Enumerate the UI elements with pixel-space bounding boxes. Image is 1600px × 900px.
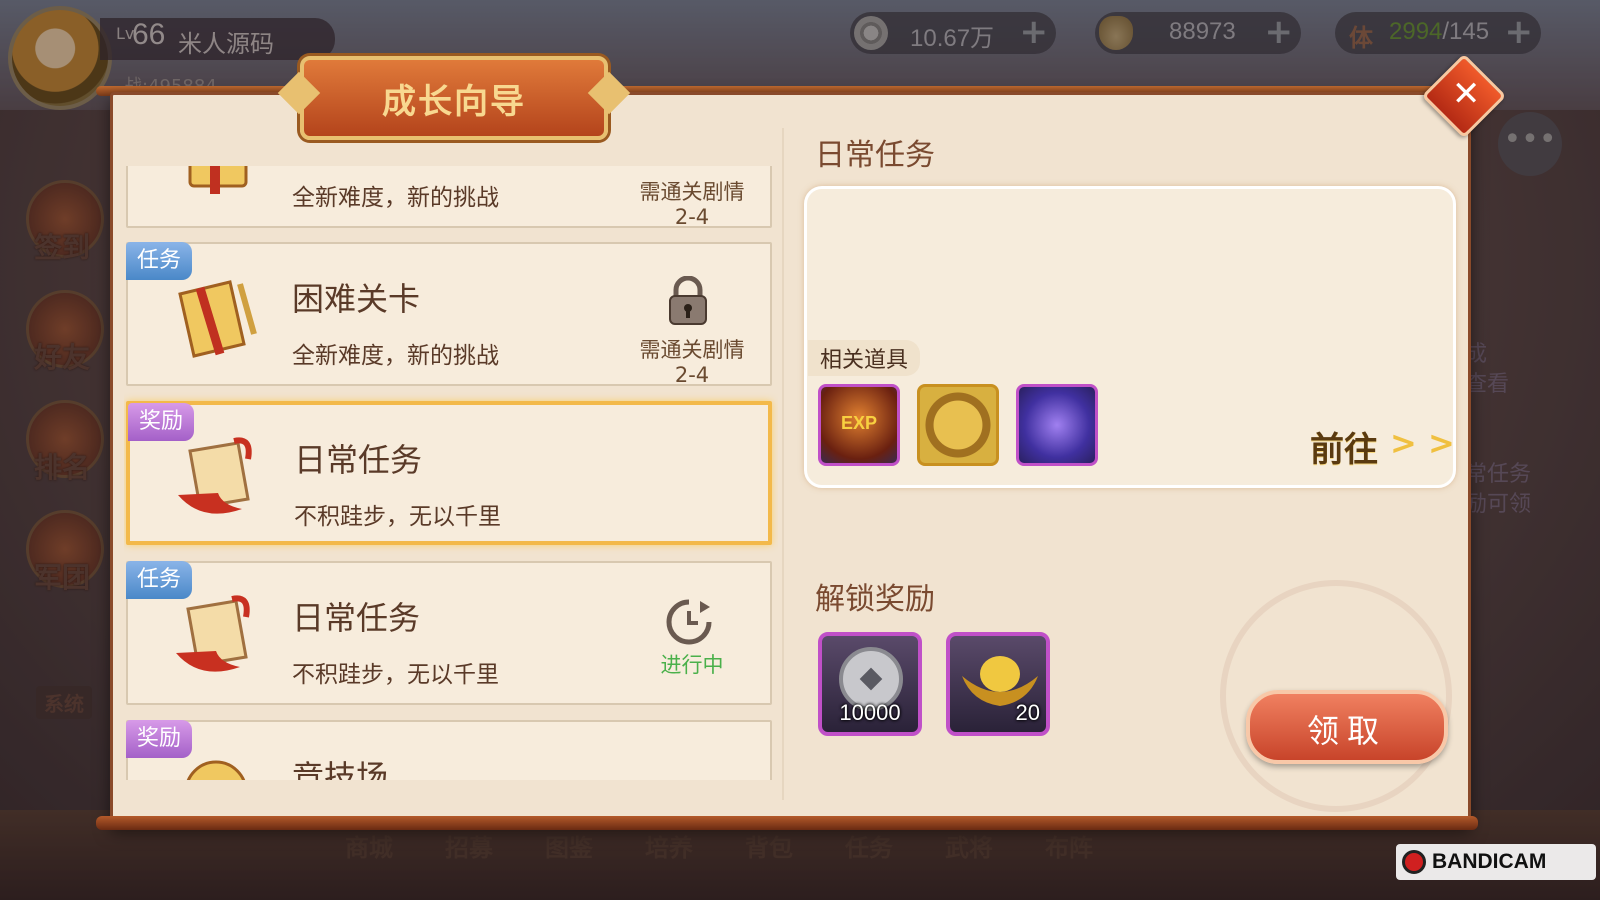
list-item-selected[interactable]: 奖励 日常任务 不积跬步，无以千里 [126,401,772,545]
watermark-text: BANDICAM [1432,850,1547,873]
card-condition: 需通关剧情 2-4 [639,180,745,229]
reward-qty: 10000 [839,700,901,725]
card-title: 日常任务 [292,599,421,637]
reward-gold-ingot[interactable]: 20 [946,632,1050,736]
claim-label: 领取 [1306,712,1387,750]
related-items-label: 相关道具 [808,340,921,376]
scroll-icon [178,437,252,514]
modal-title: 成长向导 [382,82,526,122]
reward-qty: 20 [1015,700,1040,725]
purple-spirit-icon[interactable] [1016,384,1098,466]
scroll-sword-icon [178,280,257,358]
goto-arrows-icon: > > [1390,424,1455,462]
record-icon [1402,850,1426,874]
exp-orb-icon[interactable]: EXP [818,384,900,466]
card-title: 竞技场 [292,758,389,780]
recorder-watermark: BANDICAM [1396,844,1596,880]
arena-icon [186,760,246,780]
goto-button[interactable]: 前往 [1310,422,1378,471]
card-subtitle: 全新难度，新的挑战 [292,185,499,211]
task-list[interactable]: 全新难度，新的挑战 需通关剧情 2-4 任务 困难关卡 全新难度，新的挑战 需通… [124,166,778,780]
reward-silver[interactable]: 10000 [818,632,922,736]
card-title: 日常任务 [294,441,423,479]
unlock-rewards-title: 解锁奖励 [815,582,935,617]
card-subtitle: 不积跬步，无以千里 [292,662,499,688]
card-title: 困难关卡 [292,280,421,318]
claim-button[interactable]: 领取 [1246,690,1448,764]
modal-title-plate: 成长向导 [300,56,608,140]
card-subtitle: 全新难度，新的挑战 [292,343,499,369]
status-in-progress: 进行中 [660,653,724,677]
panel-divider [782,128,784,800]
card-condition: 需通关剧情 2-4 [639,338,745,387]
list-item[interactable]: 奖励 竞技场 [126,720,772,780]
scroll-sword-icon [188,166,248,194]
card-subtitle: 不积跬步，无以千里 [294,504,501,530]
modal-bottom-rail [96,816,1478,830]
gold-token-icon[interactable] [917,384,999,466]
list-item[interactable]: 任务 日常任务 不积跬步，无以千里 进行中 [126,561,772,705]
list-item[interactable]: 任务 困难关卡 全新难度，新的挑战 需通关剧情 2-4 [126,242,772,387]
clock-icon [666,599,712,645]
list-item[interactable]: 全新难度，新的挑战 需通关剧情 2-4 [126,166,772,229]
scroll-icon [176,595,250,672]
close-icon: ✕ [1451,73,1481,114]
detail-title: 日常任务 [815,138,935,173]
lock-icon [669,276,707,325]
